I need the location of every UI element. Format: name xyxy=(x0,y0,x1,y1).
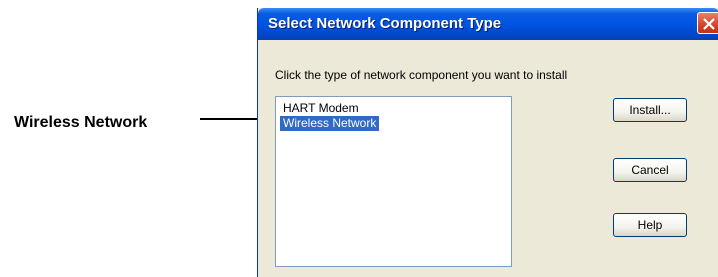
close-icon xyxy=(703,18,715,30)
list-item-wireless-network[interactable]: Wireless Network xyxy=(280,116,380,131)
dialog-title: Select Network Component Type xyxy=(268,15,502,32)
install-button[interactable]: Install... xyxy=(613,98,687,122)
list-item-hart-modem[interactable]: HART Modem xyxy=(280,101,362,116)
component-type-list[interactable]: HART Modem Wireless Network xyxy=(275,96,512,267)
callout-label: Wireless Network xyxy=(14,114,148,131)
instruction-text: Click the type of network component you … xyxy=(275,68,568,82)
cancel-button[interactable]: Cancel xyxy=(613,158,687,182)
help-button[interactable]: Help xyxy=(613,213,687,237)
close-button[interactable] xyxy=(697,12,718,34)
select-network-component-dialog: Select Network Component Type Click the … xyxy=(257,8,718,277)
dialog-titlebar[interactable]: Select Network Component Type xyxy=(258,8,718,40)
